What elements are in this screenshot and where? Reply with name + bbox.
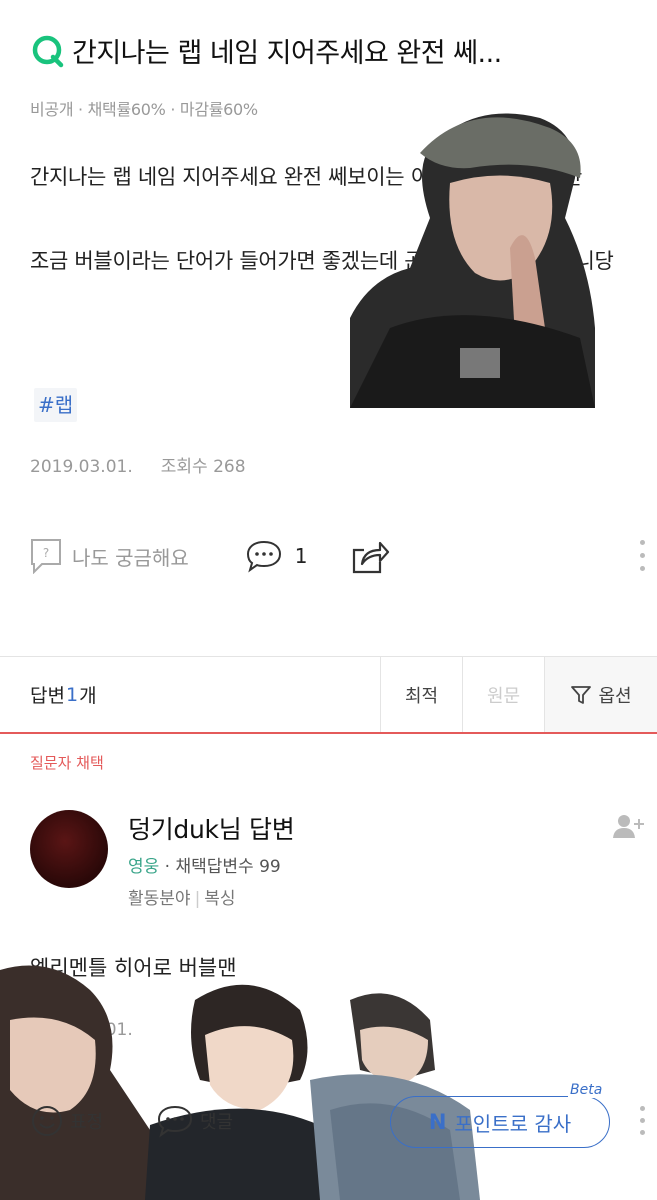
chosen-badge: 질문자 채택	[30, 754, 104, 772]
beta-badge: Beta	[568, 1082, 605, 1098]
answer-action-row: 표정 댓글 N 포인트로 감사 Beta	[30, 1082, 650, 1148]
more-vertical-icon[interactable]	[640, 1106, 646, 1135]
avatar[interactable]	[30, 810, 108, 888]
thanks-points-button[interactable]: N 포인트로 감사	[390, 1096, 610, 1148]
add-friend-icon[interactable]	[612, 812, 646, 844]
thanks-label: 포인트로 감사	[454, 1111, 572, 1136]
question-box-icon: ?	[31, 539, 61, 574]
question-title-row: 간지나는 랩 네임 지어주세요 완전 쎄...	[30, 30, 630, 70]
comment-icon	[246, 540, 281, 573]
share-button[interactable]	[350, 538, 390, 574]
comment-button[interactable]: 1	[245, 539, 308, 573]
sticker-photo-person-cap	[350, 98, 595, 408]
smile-icon	[32, 1106, 62, 1136]
filter-icon	[571, 685, 592, 704]
emoji-button[interactable]: 표정	[30, 1104, 103, 1138]
hashtag-rap[interactable]: #랩	[34, 388, 78, 422]
question-date: 2019.03.01.	[30, 457, 133, 477]
answerer-stats: · 채택답변수 99	[159, 857, 281, 877]
share-icon	[352, 541, 389, 574]
question-date-row: 2019.03.01. 조회수 268	[30, 452, 246, 477]
emoji-label: 표정	[70, 1112, 104, 1133]
answerer-level-row: 영웅 · 채택답변수 99	[128, 852, 281, 877]
svg-text:?: ?	[43, 546, 49, 560]
answers-bar: 답변 1개 최적 원문 옵션	[0, 656, 657, 734]
question-title: 간지나는 랩 네임 지어주세요 완전 쎄...	[72, 37, 502, 69]
answer-count: 답변 1개	[0, 657, 380, 732]
answerer-level: 영웅	[128, 857, 160, 877]
question-views: 조회수 268	[160, 457, 246, 477]
q-logo-icon	[30, 30, 66, 70]
naver-n-icon: N	[428, 1110, 447, 1134]
comment-bubble-icon	[157, 1105, 193, 1138]
more-vertical-icon[interactable]	[640, 540, 646, 571]
question-meta: 비공개 · 채택률60% · 마감률60%	[30, 100, 258, 119]
field-label: 활동분야	[128, 889, 191, 909]
answer-comment-label: 댓글	[200, 1112, 234, 1133]
field-value: 복싱	[204, 889, 236, 909]
answer-count-suffix: 개	[79, 685, 97, 707]
field-divider: |	[194, 889, 201, 909]
options-button[interactable]: 옵션	[544, 657, 657, 732]
answer-comment-button[interactable]: 댓글	[156, 1104, 233, 1138]
sticker-photo-three-people	[0, 960, 480, 1200]
answer-count-number: 1	[65, 683, 79, 706]
curious-label: 나도 궁금해요	[72, 545, 189, 570]
comment-count: 1	[294, 544, 308, 568]
sort-best-button[interactable]: 최적	[380, 657, 462, 732]
answerer-name[interactable]: 덩기duk님 답변	[128, 810, 295, 846]
curious-button[interactable]: ? 나도 궁금해요	[30, 538, 189, 574]
options-label: 옵션	[598, 685, 632, 707]
question-action-row: ? 나도 궁금해요 1	[30, 534, 645, 578]
answerer-field-row: 활동분야 | 복싱	[128, 884, 236, 909]
answer-count-prefix: 답변	[30, 685, 65, 707]
sort-original-button[interactable]: 원문	[462, 657, 544, 732]
